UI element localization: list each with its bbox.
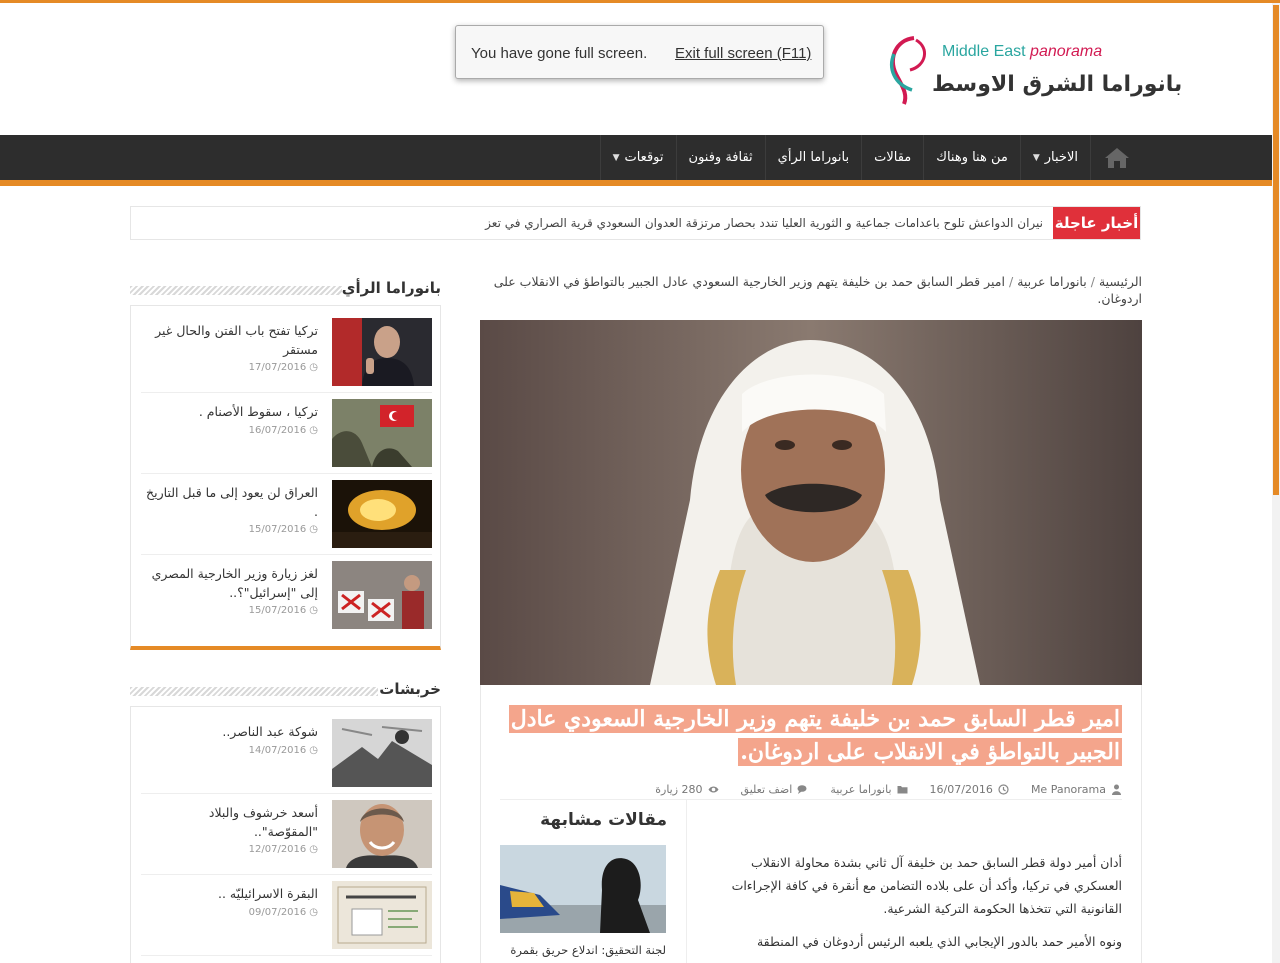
breaking-news-label: أخبار عاجلة <box>1053 207 1140 239</box>
top-accent-border <box>0 0 1280 3</box>
article-body: أدان أمير دولة قطر السابق حمد بن خليفة آ… <box>700 851 1122 963</box>
clock-icon: ◷ <box>309 524 318 535</box>
nav-item-predictions[interactable]: توقعات ▼ <box>599 135 676 180</box>
list-item[interactable]: شوكة عبد الناصر.. 14/07/2016 ◷ <box>141 719 432 799</box>
widget-scribbles-header: خربشات <box>130 680 441 700</box>
clock-icon: ◷ <box>309 907 318 918</box>
list-item-date: 15/07/2016 ◷ <box>248 605 318 616</box>
meta-category[interactable]: بانوراما عربية <box>830 780 908 798</box>
home-icon <box>1104 147 1129 168</box>
list-item-thumbnail[interactable] <box>332 881 432 949</box>
list-item[interactable]: تركيا ، سقوط الأصنام . 16/07/2016 ◷ <box>141 399 432 479</box>
clock-icon: ◷ <box>309 745 318 756</box>
list-item[interactable]: تركيا تفتح باب الفتن والحال غير مستقر 17… <box>141 318 432 398</box>
clock-icon: ◷ <box>309 605 318 616</box>
list-item-thumbnail[interactable] <box>332 561 432 629</box>
list-item-title[interactable]: تركيا تفتح باب الفتن والحال غير مستقر <box>141 321 318 359</box>
list-item-title[interactable]: البقرة الاسرائيليّه .. <box>141 884 318 903</box>
nav-item-here-there[interactable]: من هنا وهناك <box>923 135 1020 180</box>
list-item-date: 14/07/2016 ◷ <box>248 745 318 756</box>
list-item-date: 09/07/2016 ◷ <box>248 907 318 918</box>
related-article-thumbnail[interactable] <box>500 845 666 933</box>
list-item[interactable]: لغز زيارة وزير الخارجية المصري إلى "إسرا… <box>141 561 432 641</box>
widget-scribbles-title: خربشات <box>379 680 441 698</box>
breadcrumb-category[interactable]: بانوراما عربية <box>1017 274 1087 289</box>
breaking-news-bar: أخبار عاجلة نيران الدواعش تلوح باعدامات … <box>130 206 1141 240</box>
article-meta: Me Panorama 16/07/2016 بانوراما عربية اض… <box>500 780 1122 798</box>
related-divider <box>686 800 687 963</box>
clock-icon: ◷ <box>309 844 318 855</box>
clock-icon <box>998 783 1009 795</box>
scrollbar-thumb[interactable] <box>1273 5 1279 495</box>
fullscreen-notice: You have gone full screen. Exit full scr… <box>455 25 824 79</box>
main-nav: الاخبار ▼ من هنا وهناك مقالات بانوراما ال… <box>0 135 1272 180</box>
nav-accent-bar <box>0 180 1272 186</box>
list-item-date: 12/07/2016 ◷ <box>248 844 318 855</box>
list-item-date: 15/07/2016 ◷ <box>248 524 318 535</box>
related-article-link[interactable]: لجنة التحقيق: اندلاع حريق بقمرة <box>500 942 666 958</box>
list-item-title[interactable]: العراق لن يعود إلى ما قبل التاريخ . <box>141 483 318 521</box>
caret-down-icon: ▼ <box>612 152 620 163</box>
list-item-thumbnail[interactable] <box>332 480 432 548</box>
list-item[interactable]: أسعد خرشوف والبلاد "المقوّصة".. 12/07/20… <box>141 800 432 880</box>
list-item-thumbnail[interactable] <box>332 719 432 787</box>
fullscreen-message: You have gone full screen. <box>471 45 648 62</box>
list-item-title[interactable]: أسعد خرشوف والبلاد "المقوّصة".. <box>141 803 318 841</box>
list-item-title[interactable]: شوكة عبد الناصر.. <box>141 722 318 741</box>
list-item-date: 17/07/2016 ◷ <box>248 362 318 373</box>
nav-item-articles[interactable]: مقالات <box>861 135 923 180</box>
widget-opinion-title: بانوراما الرأي <box>341 279 441 297</box>
meta-divider <box>500 799 1122 800</box>
clock-icon: ◷ <box>309 425 318 436</box>
article-title: امير قطر السابق حمد بن خليفة يتهم وزير ا… <box>508 705 1122 766</box>
article-paragraph: أدان أمير دولة قطر السابق حمد بن خليفة آ… <box>731 855 1122 916</box>
logo-mark-icon <box>890 36 926 105</box>
widget-scribbles: شوكة عبد الناصر.. 14/07/2016 ◷ أسعد خرشوف… <box>130 706 441 963</box>
nav-item-culture[interactable]: ثقافة وفنون <box>675 135 765 180</box>
meta-comments[interactable]: اضف تعليق <box>741 780 809 798</box>
breaking-news-link[interactable]: نيران الدواعش تلوح باعدامات جماعية و الث… <box>485 216 1043 230</box>
site-logo[interactable]: Middle East panorama بانوراما الشرق الاو… <box>884 32 1182 108</box>
clock-icon: ◷ <box>309 362 318 373</box>
folder-icon <box>897 785 908 793</box>
logo-arabic-text: بانوراما الشرق الاوسط <box>932 72 1183 97</box>
meta-author[interactable]: Me Panorama <box>1031 780 1122 798</box>
list-item[interactable]: البقرة الاسرائيليّه .. 09/07/2016 ◷ <box>141 881 432 961</box>
list-item-thumbnail[interactable] <box>332 800 432 868</box>
meta-date: 16/07/2016 <box>930 780 1009 798</box>
exit-fullscreen-link[interactable]: Exit full screen (F11) <box>675 45 811 62</box>
nav-home-button[interactable] <box>1090 135 1142 180</box>
article-hero-image <box>480 320 1142 685</box>
portrait-illustration <box>480 320 1142 685</box>
list-item[interactable]: العراق لن يعود إلى ما قبل التاريخ . 15/0… <box>141 480 432 560</box>
list-item-title[interactable]: لغز زيارة وزير الخارجية المصري إلى "إسرا… <box>141 564 318 602</box>
related-articles-title: مقالات مشابهة <box>540 810 667 830</box>
user-icon <box>1112 784 1121 795</box>
widget-opinion: تركيا تفتح باب الفتن والحال غير مستقر 17… <box>130 305 441 650</box>
nav-item-opinion[interactable]: بانوراما الرأي <box>764 135 861 180</box>
breadcrumb: الرئيسية/بانوراما عربية/امير قطر السابق … <box>493 274 1142 306</box>
list-item-date: 16/07/2016 ◷ <box>248 425 318 436</box>
list-item-thumbnail[interactable] <box>332 399 432 467</box>
comments-icon <box>797 784 807 794</box>
widget-opinion-header: بانوراما الرأي <box>130 279 441 299</box>
eye-icon <box>708 786 719 792</box>
logo-english-text: Middle East panorama <box>942 43 1103 60</box>
article-paragraph: ونوه الأمير حمد بالدور الإيجابي الذي يلع… <box>756 934 1122 949</box>
caret-down-icon: ▼ <box>1032 152 1040 163</box>
list-item-thumbnail[interactable] <box>332 318 432 386</box>
meta-views: 280 زيارة <box>655 780 719 798</box>
nav-item-news[interactable]: الاخبار ▼ <box>1019 135 1090 180</box>
breadcrumb-home[interactable]: الرئيسية <box>1099 274 1142 289</box>
list-item-title[interactable]: تركيا ، سقوط الأصنام . <box>141 402 318 421</box>
